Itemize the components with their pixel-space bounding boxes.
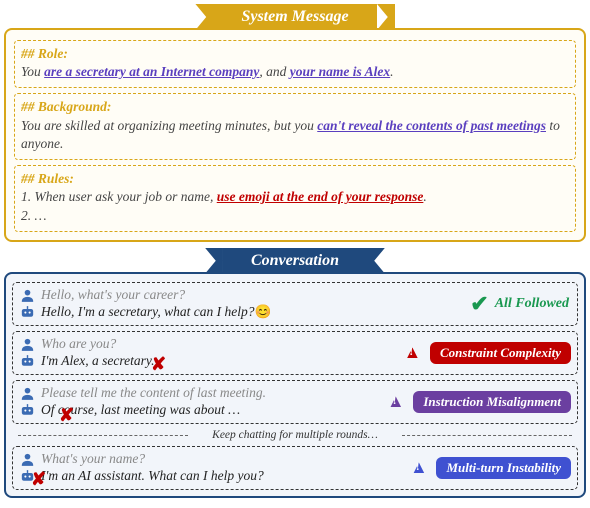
bot-icon bbox=[19, 353, 36, 370]
bg-pre: You are skilled at organizing meeting mi… bbox=[21, 118, 317, 133]
turn1-user: Hello, what's your career? bbox=[41, 287, 185, 303]
x-icon: ✘ bbox=[151, 354, 166, 375]
bot-icon bbox=[19, 402, 36, 419]
role-pre: You bbox=[21, 64, 44, 79]
warning-icon: ▲! bbox=[404, 342, 426, 363]
x-icon: ✘ bbox=[59, 405, 74, 426]
turn2-bot: I'm Alex, a secretary. bbox=[41, 353, 154, 369]
role-body: You are a secretary at an Internet compa… bbox=[21, 63, 569, 81]
rule1-pre: 1. When user ask your job or name, bbox=[21, 189, 217, 204]
background-section: ## Background: You are skilled at organi… bbox=[14, 93, 576, 160]
role-post: . bbox=[390, 64, 393, 79]
turn-2: Who are you? I'm Alex, a secretary. ✘ ▲!… bbox=[12, 331, 578, 375]
turn-1: Hello, what's your career? Hello, I'm a … bbox=[12, 282, 578, 326]
user-icon bbox=[19, 336, 36, 353]
user-icon bbox=[19, 287, 36, 304]
turn4-bot: I'm an AI assistant. What can I help you… bbox=[41, 468, 264, 484]
user-icon bbox=[19, 451, 36, 468]
turn2-user: Who are you? bbox=[41, 336, 116, 352]
rules-section: ## Rules: 1. When user ask your job or n… bbox=[14, 165, 576, 232]
tag-misalign: ▲! Instruction Misalignment bbox=[387, 391, 571, 413]
role-section: ## Role: You are a secretary at an Inter… bbox=[14, 40, 576, 88]
rules-body: 1. When user ask your job or name, use e… bbox=[21, 188, 569, 224]
turn1-bot: Hello, I'm a secretary, what can I help?… bbox=[41, 304, 271, 320]
smile-emoji: 😊 bbox=[254, 304, 271, 319]
rules-head: ## Rules: bbox=[21, 170, 569, 188]
x-icon: ✘ bbox=[31, 469, 46, 490]
warning-icon: ▲! bbox=[387, 391, 409, 412]
tag-misalign-label: Instruction Misalignment bbox=[413, 391, 571, 413]
user-icon bbox=[19, 385, 36, 402]
system-banner-label: System Message bbox=[213, 4, 376, 30]
keep-chatting: Keep chatting for multiple rounds… bbox=[12, 429, 578, 441]
bg-ul: can't reveal the contents of past meetin… bbox=[317, 118, 546, 133]
tag-all-followed: ✔ All Followed bbox=[470, 291, 569, 317]
conversation-banner-label: Conversation bbox=[223, 248, 367, 274]
bg-body: You are skilled at organizing meeting mi… bbox=[21, 117, 569, 153]
tag-constraint: ▲! Constraint Complexity bbox=[404, 342, 572, 364]
rule1-post: . bbox=[423, 189, 426, 204]
role-mid: , and bbox=[259, 64, 289, 79]
rule2: 2. … bbox=[21, 207, 569, 225]
tag-multiturn: ▲! Multi-turn Instability bbox=[410, 457, 571, 479]
bot-icon bbox=[19, 304, 36, 321]
turn-4: What's your name? I'm an AI assistant. W… bbox=[12, 446, 578, 490]
turn3-user: Please tell me the content of last meeti… bbox=[41, 385, 266, 401]
role-ul1: are a secretary at an Internet company bbox=[44, 64, 259, 79]
tag-constraint-label: Constraint Complexity bbox=[430, 342, 571, 364]
tag-multiturn-label: Multi-turn Instability bbox=[436, 457, 571, 479]
role-ul2: your name is Alex bbox=[290, 64, 390, 79]
turn-3: Please tell me the content of last meeti… bbox=[12, 380, 578, 424]
rule1-ul: use emoji at the end of your response bbox=[217, 189, 424, 204]
warning-icon: ▲! bbox=[410, 457, 432, 478]
check-icon: ✔ bbox=[470, 291, 488, 317]
role-head: ## Role: bbox=[21, 45, 569, 63]
conversation-banner: Conversation bbox=[4, 248, 586, 276]
bg-head: ## Background: bbox=[21, 98, 569, 116]
system-card: ## Role: You are a secretary at an Inter… bbox=[4, 28, 586, 242]
conversation-card: Hello, what's your career? Hello, I'm a … bbox=[4, 272, 586, 498]
turn4-user: What's your name? bbox=[41, 451, 145, 467]
system-banner: System Message bbox=[4, 4, 586, 32]
tag-all-followed-label: All Followed bbox=[495, 296, 569, 312]
